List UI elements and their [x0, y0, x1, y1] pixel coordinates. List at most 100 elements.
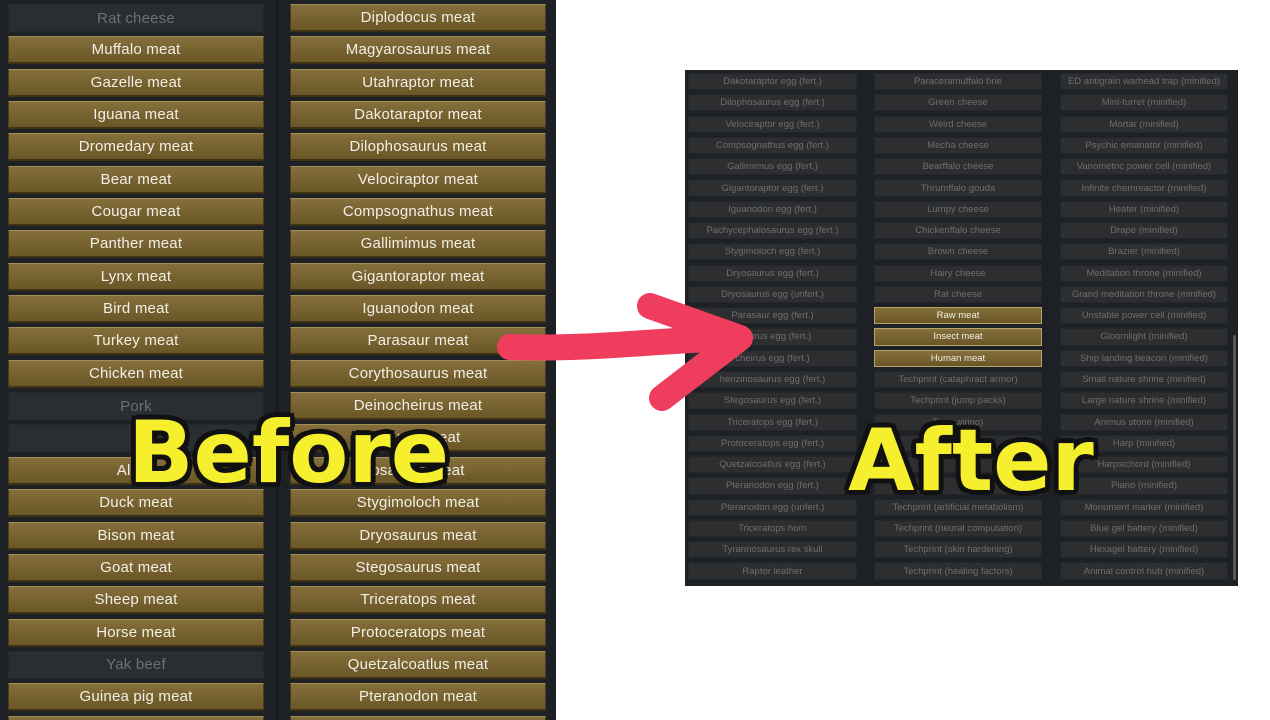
- filter-toggle-button[interactable]: Dryosaurus egg (unfert.): [688, 285, 857, 303]
- filter-toggle-button[interactable]: Hexagel battery (minified): [1060, 541, 1228, 559]
- filter-toggle-button[interactable]: Compsognathus egg (fert.): [688, 136, 857, 155]
- filter-toggle-button[interactable]: Techprint (healing factors): [874, 562, 1042, 580]
- filter-toggle-button[interactable]: Lynx meat: [8, 262, 264, 291]
- filter-toggle-button[interactable]: Mecha cheese: [874, 136, 1042, 155]
- filter-toggle-button[interactable]: Gallimimus meat: [290, 230, 546, 259]
- filter-toggle-button[interactable]: Protoceratops meat: [290, 618, 546, 647]
- filter-toggle-button[interactable]: Human meat: [874, 349, 1042, 367]
- filter-toggle-button[interactable]: Bearffalo cheese: [874, 158, 1042, 176]
- filter-toggle-button[interactable]: Pteranodon egg (fert.): [688, 477, 857, 495]
- filter-toggle-button[interactable]: Dakotaraptor egg (fert.): [688, 73, 857, 91]
- filter-toggle-button[interactable]: Animal control hub (minified): [1060, 562, 1228, 580]
- filter-toggle-button[interactable]: Iguanodon meat: [290, 295, 546, 324]
- filter-toggle-button[interactable]: Ship landing beacon (minified): [1060, 349, 1228, 367]
- filter-toggle-button[interactable]: Insect meat: [874, 328, 1042, 346]
- filter-toggle-button[interactable]: Vanometric power cell (minified): [1060, 158, 1228, 176]
- filter-toggle-button[interactable]: Diplodocus meat: [290, 4, 546, 32]
- filter-toggle-button[interactable]: Corythosaurus meat: [290, 359, 546, 388]
- filter-toggle-button[interactable]: [290, 715, 546, 720]
- filter-toggle-button[interactable]: Raptor leather: [688, 562, 857, 580]
- filter-toggle-button[interactable]: osaurus egg (fert.): [688, 328, 857, 346]
- filter-toggle-button[interactable]: Bison meat: [8, 521, 264, 550]
- filter-toggle-button[interactable]: Magyarosaurus meat: [290, 36, 546, 65]
- filter-toggle-button[interactable]: Dakotaraptor meat: [290, 101, 546, 130]
- filter-toggle-button[interactable]: Velociraptor meat: [290, 165, 546, 194]
- filter-toggle-button[interactable]: Goat meat: [8, 553, 264, 582]
- filter-toggle-button[interactable]: Guinea pig meat: [8, 683, 264, 712]
- filter-toggle-button[interactable]: Gigantoraptor egg (fert.): [688, 179, 857, 197]
- filter-toggle-button[interactable]: Parasaur meat: [290, 327, 546, 356]
- filter-toggle-button[interactable]: Protoceratops egg (fert.): [688, 434, 857, 452]
- filter-toggle-button[interactable]: Techprint (skin hardening): [874, 541, 1042, 559]
- filter-toggle-button[interactable]: Iguanodon egg (fert.): [688, 200, 857, 218]
- filter-toggle-button[interactable]: Compsognathus meat: [290, 198, 546, 227]
- filter-toggle-button[interactable]: Gallimimus egg (fert.): [688, 158, 857, 176]
- filter-toggle-button[interactable]: Drape (minified): [1060, 221, 1228, 240]
- filter-toggle-button[interactable]: Triceratops meat: [290, 586, 546, 615]
- filter-toggle-button[interactable]: Brazier (minified): [1060, 243, 1228, 261]
- filter-toggle-button[interactable]: Techprint (cataphract armor): [874, 370, 1042, 389]
- filter-toggle-button[interactable]: Meditation throne (minified): [1060, 264, 1228, 282]
- filter-toggle-button[interactable]: Techprint (neural computation): [874, 519, 1042, 538]
- filter-toggle-button[interactable]: Techprint (jump packs): [874, 392, 1042, 410]
- filter-toggle-button[interactable]: Pteranodon egg (unfert.): [688, 498, 857, 516]
- filter-toggle-button[interactable]: Muffalo meat: [8, 36, 264, 65]
- filter-toggle-button[interactable]: Dryosaurus egg (fert.): [688, 264, 857, 282]
- filter-toggle-button[interactable]: cheirus egg (fert.): [688, 349, 857, 367]
- filter-toggle-button[interactable]: Gigantoraptor meat: [290, 262, 546, 291]
- filter-toggle-button[interactable]: Tyrannosaurus rex skull: [688, 541, 857, 559]
- filter-toggle-button[interactable]: Bird meat: [8, 295, 264, 324]
- filter-toggle-button[interactable]: Psychic emanator (minified): [1060, 136, 1228, 155]
- filter-toggle-button[interactable]: Utahraptor meat: [290, 68, 546, 97]
- filter-toggle-button[interactable]: Triceratops horn: [688, 519, 857, 538]
- filter-toggle-button[interactable]: Blue gel battery (minified): [1060, 519, 1228, 538]
- filter-toggle-button[interactable]: Hairy cheese: [874, 264, 1042, 282]
- filter-toggle-button[interactable]: Gazelle meat: [8, 68, 264, 97]
- filter-toggle-button[interactable]: Cougar meat: [8, 198, 264, 227]
- filter-toggle-button[interactable]: [8, 715, 264, 720]
- filter-toggle-button[interactable]: Unstable power cell (minified): [1060, 307, 1228, 325]
- filter-toggle-button[interactable]: Triceratops egg (fert.): [688, 413, 857, 431]
- filter-toggle-button[interactable]: Raw meat: [874, 307, 1042, 325]
- filter-toggle-button[interactable]: Small nature shrine (minified): [1060, 370, 1228, 389]
- filter-toggle-button[interactable]: Stegosaurus egg (fert.): [688, 392, 857, 410]
- filter-toggle-button[interactable]: Quetzalcoatlus meat: [290, 650, 546, 679]
- filter-toggle-button[interactable]: Rat cheese: [874, 285, 1042, 303]
- filter-toggle-button[interactable]: ED antigrain warhead trap (minified): [1060, 73, 1228, 91]
- filter-toggle-button[interactable]: Large nature shrine (minified): [1060, 392, 1228, 410]
- filter-toggle-button[interactable]: Thrumffalo gouda: [874, 179, 1042, 197]
- filter-toggle-button[interactable]: Turkey meat: [8, 327, 264, 356]
- filter-toggle-button[interactable]: Panther meat: [8, 230, 264, 259]
- filter-toggle-button[interactable]: Pachycephalosaurus egg (fert.): [688, 221, 857, 240]
- filter-toggle-button[interactable]: Parasaur egg (fert.): [688, 307, 857, 325]
- scrollbar[interactable]: [1233, 335, 1236, 580]
- filter-toggle-button[interactable]: Infinite chemreactor (minified): [1060, 179, 1228, 197]
- filter-toggle-button[interactable]: Brown cheese: [874, 243, 1042, 261]
- filter-toggle-button[interactable]: Mini-turret (minified): [1060, 94, 1228, 112]
- filter-toggle-button[interactable]: Dromedary meat: [8, 133, 264, 162]
- filter-toggle-button[interactable]: Yak beef: [8, 650, 264, 679]
- filter-toggle-button[interactable]: Stygimoloch egg (fert.): [688, 243, 857, 261]
- filter-toggle-button[interactable]: herizinosaurus egg (fert.): [688, 370, 857, 389]
- filter-toggle-button[interactable]: Green cheese: [874, 94, 1042, 112]
- filter-toggle-button[interactable]: Gloomlight (minified): [1060, 328, 1228, 346]
- filter-toggle-button[interactable]: Iguana meat: [8, 101, 264, 130]
- filter-toggle-button[interactable]: Rat cheese: [8, 4, 264, 32]
- filter-toggle-button[interactable]: Dilophosaurus egg (fert.): [688, 94, 857, 112]
- filter-toggle-button[interactable]: Dryosaurus meat: [290, 521, 546, 550]
- filter-toggle-button[interactable]: Stegosaurus meat: [290, 553, 546, 582]
- filter-toggle-button[interactable]: Pteranodon meat: [290, 683, 546, 712]
- filter-toggle-button[interactable]: Bear meat: [8, 165, 264, 194]
- filter-toggle-button[interactable]: Quetzalcoatlus egg (fert.): [688, 456, 857, 474]
- filter-toggle-button[interactable]: Horse meat: [8, 618, 264, 647]
- filter-toggle-button[interactable]: Lumpy cheese: [874, 200, 1042, 218]
- filter-toggle-button[interactable]: Sheep meat: [8, 586, 264, 615]
- filter-toggle-button[interactable]: Chicken meat: [8, 359, 264, 388]
- filter-toggle-button[interactable]: Grand meditation throne (minified): [1060, 285, 1228, 303]
- filter-toggle-button[interactable]: Velociraptor egg (fert.): [688, 115, 857, 133]
- filter-toggle-button[interactable]: Weird cheese: [874, 115, 1042, 133]
- filter-toggle-button[interactable]: Heater (minified): [1060, 200, 1228, 218]
- filter-toggle-button[interactable]: Chickenffalo cheese: [874, 221, 1042, 240]
- filter-toggle-button[interactable]: Mortar (minified): [1060, 115, 1228, 133]
- filter-toggle-button[interactable]: Dilophosaurus meat: [290, 133, 546, 162]
